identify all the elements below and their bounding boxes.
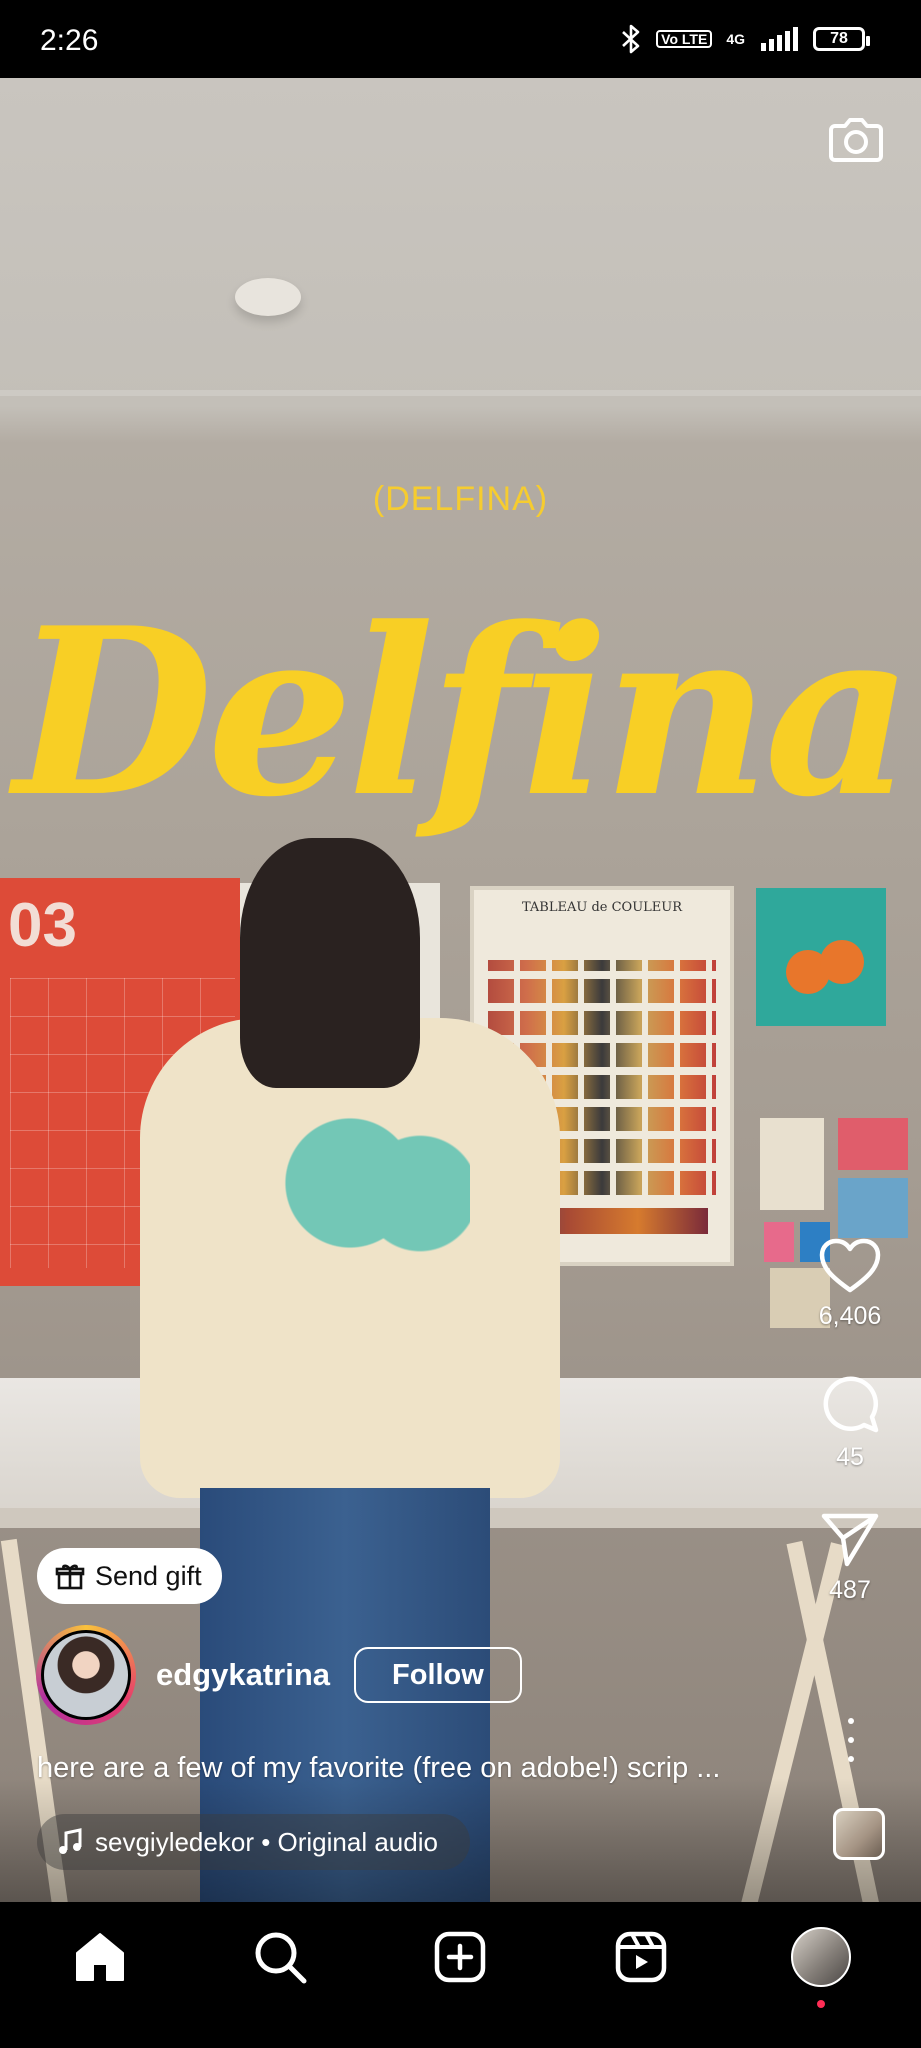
notification-dot: [816, 2000, 825, 2008]
nav-search[interactable]: [235, 1912, 325, 2002]
audio-label: sevgiyledekor • Original audio: [95, 1826, 438, 1857]
search-icon: [255, 1932, 307, 1984]
bottom-nav: [0, 1902, 921, 2048]
volte-badge: Vo LTE: [656, 30, 713, 48]
camera-icon: [829, 118, 883, 162]
nav-create[interactable]: [415, 1912, 505, 2002]
send-gift-button[interactable]: Send gift: [37, 1548, 222, 1604]
paper-plane-icon[interactable]: [820, 1512, 880, 1568]
share-count: 487: [829, 1576, 871, 1604]
avatar[interactable]: [36, 1625, 136, 1725]
status-bar: 2:26 Vo LTE 4G 78: [0, 0, 921, 78]
person: [140, 838, 560, 1902]
shirt-print: [270, 1078, 470, 1288]
oranges-painting: [756, 888, 886, 1026]
nav-reels[interactable]: [596, 1912, 686, 2002]
overlay-title: Delfina: [13, 578, 914, 848]
avatar-photo: [44, 1633, 128, 1717]
comment-action[interactable]: 45: [819, 1373, 881, 1472]
audio-thumbnail[interactable]: [833, 1808, 885, 1860]
battery-level: 78: [830, 30, 848, 47]
like-count: 6,406: [818, 1302, 882, 1330]
home-icon: [76, 1933, 125, 1981]
heart-icon[interactable]: [819, 1238, 881, 1294]
nav-home[interactable]: [55, 1912, 145, 2002]
reels-icon: [615, 1931, 666, 1983]
battery-indicator: 78: [813, 27, 870, 51]
profile-avatar: [790, 1927, 851, 1987]
camera-button[interactable]: [827, 110, 885, 168]
ceiling-light: [235, 278, 301, 316]
username[interactable]: edgykatrina: [156, 1657, 330, 1693]
plus-square-icon: [435, 1931, 486, 1983]
like-action[interactable]: 6,406: [818, 1238, 882, 1331]
author-row: edgykatrina Follow: [36, 1624, 522, 1726]
overlay-subtitle: (DELFINA): [372, 480, 549, 518]
action-column: 6,406 45 487: [795, 1238, 905, 1605]
signal-icon: [761, 27, 798, 51]
gift-icon: [55, 1564, 85, 1590]
bluetooth-icon: [622, 24, 640, 54]
more-options-button[interactable]: [836, 1718, 866, 1762]
person-shirt: [140, 1018, 560, 1498]
comment-icon[interactable]: [819, 1373, 881, 1435]
comment-count: 45: [836, 1443, 864, 1471]
follow-button[interactable]: Follow: [354, 1647, 522, 1703]
orange-2: [820, 940, 864, 984]
share-action[interactable]: 487: [820, 1512, 880, 1605]
audio-pill[interactable]: sevgiyledekor • Original audio: [37, 1814, 470, 1870]
caption[interactable]: here are a few of my favorite (free on a…: [37, 1752, 797, 1785]
nav-profile[interactable]: [776, 1912, 866, 2008]
more-vertical-icon: [848, 1718, 854, 1724]
music-note-icon: [59, 1828, 82, 1854]
calendar-number: 03: [8, 891, 77, 960]
person-hair: [240, 838, 420, 1088]
status-time: 2:26: [40, 24, 99, 57]
status-icons: Vo LTE 4G 78: [620, 24, 870, 54]
wall-edge: [0, 390, 921, 396]
send-gift-label: Send gift: [95, 1560, 202, 1591]
network-type: 4G: [726, 31, 745, 47]
